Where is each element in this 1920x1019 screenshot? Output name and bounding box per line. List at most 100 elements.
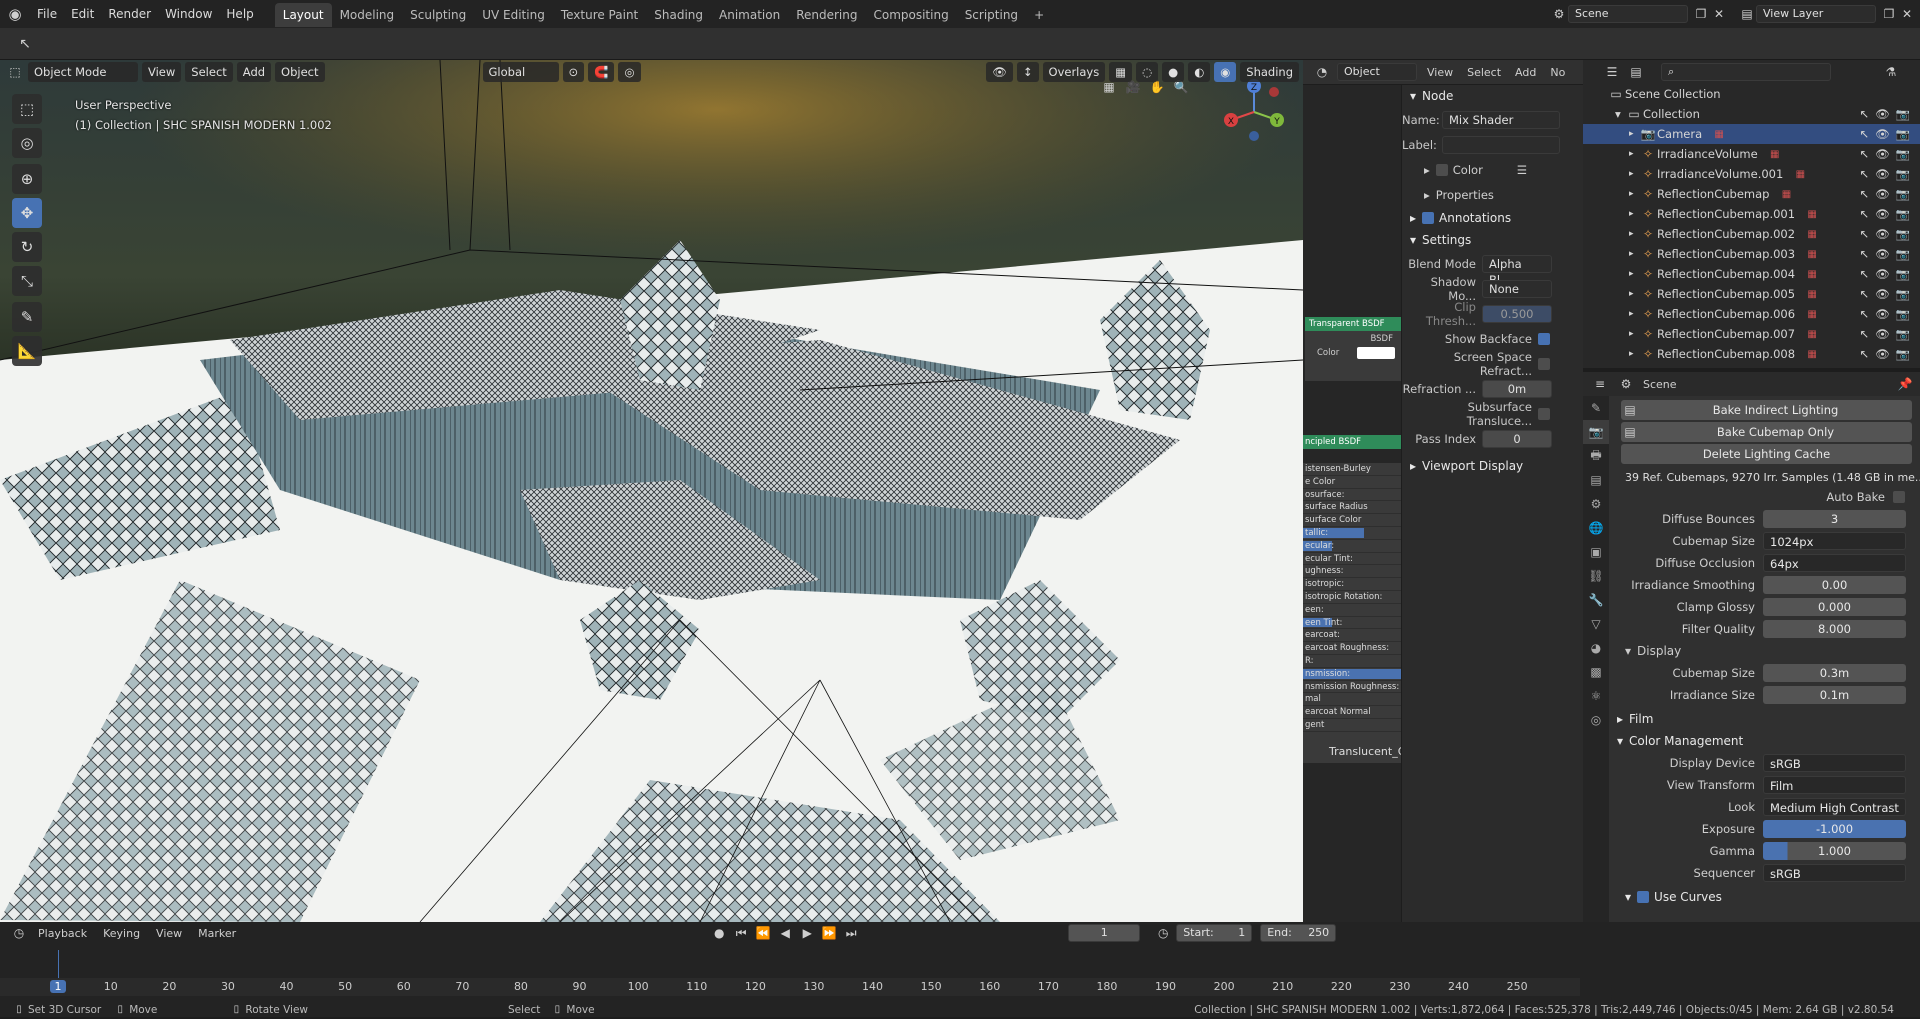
data-icon[interactable]: ▦ (1803, 285, 1821, 303)
editor-type-properties-icon[interactable]: ≡ (1591, 375, 1609, 393)
socket-row[interactable]: R: (1303, 655, 1401, 668)
socket-row[interactable]: mal (1303, 693, 1401, 707)
socket-row[interactable]: isotropic: (1303, 578, 1401, 591)
sss-translucency-checkbox[interactable] (1538, 407, 1550, 420)
navigation-gizmo[interactable]: Z Y X (1222, 78, 1292, 148)
timeline-menu-marker[interactable]: Marker (192, 927, 242, 940)
socket-row[interactable]: gent (1303, 719, 1401, 732)
render-tab-icon[interactable]: 📷 (1583, 420, 1609, 444)
socket-row[interactable]: nsmission: (1303, 668, 1401, 681)
modifiers-tab-icon[interactable]: 🔧 (1583, 588, 1609, 612)
color-swatch[interactable] (1357, 347, 1395, 359)
tab-compositing[interactable]: Compositing (865, 3, 956, 27)
end-frame-field[interactable]: End: 250 (1260, 924, 1337, 942)
menu-window[interactable]: Window (158, 0, 219, 28)
socket-row[interactable]: ecular: (1303, 540, 1401, 553)
socket-row[interactable]: surface Color (1303, 514, 1401, 527)
editor-type-3d-icon[interactable]: ⬚ (6, 63, 24, 81)
scene-delete-icon[interactable]: ✕ (1710, 5, 1728, 23)
data-icon[interactable]: ▦ (1777, 185, 1795, 203)
visibility-toggles[interactable]: ↖👁📷 (1859, 267, 1916, 281)
node-properties-label[interactable]: Properties (1436, 188, 1494, 202)
scene-tab-icon[interactable]: ⚙ (1583, 492, 1609, 516)
tab-rendering[interactable]: Rendering (788, 3, 865, 27)
socket-row[interactable]: e Color (1303, 476, 1401, 489)
node-canvas[interactable]: Transparent BSDF BSDF Color ncipled BSDF… (1303, 85, 1401, 922)
blender-logo-icon[interactable]: ◉ (6, 5, 24, 23)
node-editor[interactable]: ◔ Object View Select Add No Transparent … (1303, 60, 1583, 922)
current-frame-field[interactable]: 1 (1068, 924, 1141, 942)
menu-edit[interactable]: Edit (64, 0, 101, 28)
scene-field[interactable]: Scene (1568, 5, 1688, 23)
socket-row[interactable]: een: (1303, 604, 1401, 617)
tab-scripting[interactable]: Scripting (957, 3, 1026, 27)
timeline[interactable]: ◷ Playback Keying View Marker ● ⏮ ⏪ ◀ ▶ … (0, 922, 1920, 1002)
outliner-search-input[interactable]: ⌕ (1661, 63, 1831, 81)
viewport-menu-object[interactable]: Object (275, 62, 325, 82)
node-color-checkbox[interactable] (1435, 163, 1448, 176)
visibility-toggles[interactable]: ↖👁📷 (1859, 147, 1916, 161)
visibility-toggles[interactable]: ↖👁📷 (1859, 207, 1916, 221)
bake-indirect-button[interactable]: ▤ Bake Indirect Lighting (1621, 400, 1912, 420)
scale-icon[interactable]: ⤡ (12, 266, 42, 296)
bake-cubemap-button[interactable]: ▤ Bake Cubemap Only (1621, 422, 1912, 442)
display-subpanel-header[interactable]: ▾ Display (1613, 640, 1920, 662)
shading-solid-icon[interactable]: ● (1162, 62, 1185, 82)
socket-row[interactable]: earcoat: (1303, 629, 1401, 643)
film-panel-header[interactable]: ▸ Film (1613, 708, 1920, 730)
viewport-menu-select[interactable]: Select (185, 62, 233, 82)
tool-tab-icon[interactable]: ✎ (1583, 396, 1609, 420)
cursor-icon[interactable]: ◎ (12, 128, 42, 158)
view-layer-tab-icon[interactable]: ▤ (1583, 468, 1609, 492)
outliner-item[interactable]: ▸ ✧ ReflectionCubemap.008 ▦ ↖👁📷 (1583, 344, 1920, 364)
socket-row[interactable]: tallic: (1303, 527, 1401, 540)
visibility-toggles[interactable]: ↖👁📷 (1859, 127, 1916, 141)
view-layer-new-icon[interactable]: ❐ (1880, 5, 1898, 23)
proportional-edit-icon[interactable]: ◎ (618, 62, 641, 82)
data-icon[interactable]: ▦ (1803, 305, 1821, 323)
socket-row[interactable]: ughness: (1303, 565, 1401, 579)
tab-layout[interactable]: Layout (274, 3, 332, 27)
tab-texture-paint[interactable]: Texture Paint (553, 3, 646, 27)
node-name-field[interactable]: Mix Shader (1442, 110, 1560, 129)
node-menu-node[interactable]: No (1546, 66, 1569, 79)
visibility-toggles[interactable]: ↖👁📷 (1859, 287, 1916, 301)
clock-icon[interactable]: ◷ (1154, 924, 1172, 942)
outliner-item[interactable]: ▸ ✧ ReflectionCubemap ▦ ↖👁📷 (1583, 184, 1920, 204)
data-icon[interactable]: ▦ (1803, 245, 1821, 263)
visibility-toggles[interactable]: ↖👁📷 (1859, 247, 1916, 261)
use-curves-header[interactable]: ▾ Use Curves (1613, 886, 1920, 908)
annotations-checkbox[interactable] (1422, 212, 1435, 224)
current-frame-marker[interactable]: 1 (50, 980, 66, 993)
prop-value[interactable]: 8.000 (1763, 620, 1906, 638)
menu-help[interactable]: Help (219, 0, 260, 28)
move-view-icon[interactable]: ⊕ (12, 164, 42, 194)
display-mode-icon[interactable]: ▤ (1627, 63, 1645, 81)
settings-section-header[interactable]: ▾ Settings (1402, 229, 1583, 251)
prop-value[interactable]: Medium High Contrast (1763, 798, 1906, 816)
pass-index-field[interactable]: 0 (1482, 429, 1552, 448)
outliner-scene-collection[interactable]: ▭ Scene Collection (1583, 84, 1920, 104)
prop-value[interactable]: sRGB (1763, 754, 1906, 772)
prop-value[interactable]: 0.000 (1763, 598, 1906, 616)
jump-start-icon[interactable]: ⏮ (732, 924, 750, 942)
delete-cache-button[interactable]: Delete Lighting Cache (1621, 444, 1912, 464)
world-tab-icon[interactable]: 🌐 (1583, 516, 1609, 540)
data-icon[interactable]: ▦ (1710, 125, 1728, 143)
move-icon[interactable]: ✥ (12, 198, 42, 228)
prop-value[interactable]: 3 (1763, 510, 1906, 528)
color-presets-icon[interactable]: ☰ (1517, 163, 1527, 177)
data-icon[interactable]: ▦ (1766, 145, 1784, 163)
menu-render[interactable]: Render (101, 0, 158, 28)
socket-row[interactable]: osurface: (1303, 489, 1401, 502)
output-tab-icon[interactable]: 🖶 (1583, 444, 1609, 468)
3d-viewport[interactable]: ⬚ Object Mode View Select Add Object Glo… (0, 60, 1303, 922)
texture-tab-icon[interactable]: ▩ (1583, 660, 1609, 684)
outliner-item[interactable]: ▸ 📷 Camera ▦ ↖👁📷 (1583, 124, 1920, 144)
node-menu-view[interactable]: View (1423, 66, 1457, 79)
prop-value[interactable]: 1024px (1763, 532, 1906, 550)
material-tab-icon[interactable]: ◕ (1583, 636, 1609, 660)
pivot-point-icon[interactable]: ⊙ (562, 62, 585, 82)
node-label-field[interactable] (1442, 135, 1560, 154)
viewport-display-section-header[interactable]: ▸ Viewport Display (1402, 455, 1583, 477)
